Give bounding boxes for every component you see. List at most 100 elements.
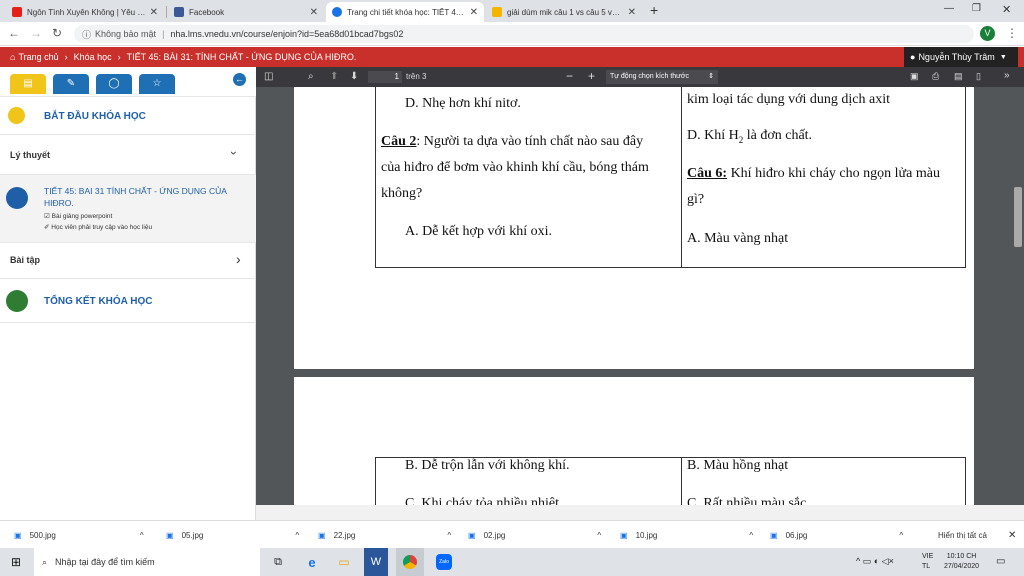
open-file-icon[interactable]: ▣	[910, 71, 919, 82]
breadcrumb-courses[interactable]: Khóa học	[74, 52, 112, 62]
star-tab-icon[interactable]: ☆	[139, 74, 175, 94]
sidebar-item-theory[interactable]: Lý thuyết ›	[0, 135, 256, 175]
file-explorer-icon[interactable]: ▭	[332, 548, 356, 576]
download-item[interactable]: ▣ 06.jpg ^	[770, 521, 903, 549]
menu-icon[interactable]: ⋮	[1006, 26, 1018, 40]
forward-icon[interactable]: →	[30, 26, 42, 40]
lesson-note: Học viên phải truy cập vào học liệu	[51, 224, 153, 231]
close-icon[interactable]: ✕	[310, 7, 318, 18]
pdf-page-1: D. Nhẹ hơn khí nitơ. Câu 2: Người ta dựa…	[294, 87, 974, 369]
facebook-icon	[174, 7, 184, 17]
youtube-icon	[12, 7, 22, 17]
pdf-viewer[interactable]: D. Nhẹ hơn khí nitơ. Câu 2: Người ta dựa…	[256, 87, 1024, 505]
maximize-icon[interactable]: ❐	[972, 3, 981, 14]
sidebar-item-summary[interactable]: TỔNG KẾT KHÓA HỌC	[0, 279, 256, 323]
file-icon: ▣	[770, 530, 778, 540]
user-name: Nguyễn Thùy Trâm	[918, 52, 995, 62]
download-item[interactable]: ▣ 10.jpg ^	[620, 521, 753, 549]
answer-c: C. Khi cháy tỏa nhiều nhiệt	[405, 496, 559, 505]
search-icon: ⌕	[42, 556, 48, 567]
close-icon[interactable]: ✕	[470, 7, 478, 18]
new-tab-button[interactable]: +	[650, 2, 658, 18]
answer-a: A. Màu vàng nhạt	[687, 231, 789, 246]
chrome-icon[interactable]	[396, 548, 424, 576]
close-icon[interactable]: ✕	[1008, 521, 1016, 549]
language-indicator[interactable]: VIE TL	[922, 552, 933, 572]
tab-4[interactable]: giải dùm mik câu 1 vs câu 5 vs câ... ✕	[486, 2, 642, 22]
sidebar-item-exercises[interactable]: Bài tập ›	[0, 243, 256, 279]
answer-d: D. Khí H2 là đơn chất.	[687, 128, 813, 145]
system-tray[interactable]: ^ ▭ ◐ ◁×	[856, 556, 894, 567]
tab-title: Facebook	[189, 7, 225, 17]
zoom-out-icon[interactable]: −	[566, 69, 573, 83]
pdf-toolbar: ◫ ⌕ ⬆ ⬇ 1 trên 3 − + Tự động chọn kích t…	[256, 67, 1024, 87]
security-label: Không bảo mật	[95, 29, 157, 39]
user-menu[interactable]: ● Nguyễn Thùy Trâm ▼	[904, 47, 1018, 67]
book-tab-icon[interactable]: ▤	[10, 74, 46, 94]
breadcrumb-lesson[interactable]: TIẾT 45: BÀI 31: TÍNH CHẤT - ỨNG DỤNG CỦ…	[127, 52, 357, 62]
previous-page-icon[interactable]: ⬆	[330, 71, 338, 82]
edge-icon[interactable]: e	[300, 548, 324, 576]
course-sidebar: ▤ ✎ ◯ ☆ ← BẮT ĐẦU KHÓA HỌC Lý thuyết › T…	[0, 67, 256, 520]
page-number-input[interactable]: 1	[368, 71, 402, 83]
status-dot-icon	[8, 107, 25, 124]
window-close-icon[interactable]: ✕	[1002, 3, 1011, 16]
site-header: ⌂ Trang chủ › Khóa học › TIẾT 45: BÀI 31…	[0, 47, 1024, 67]
address-bar[interactable]: ⓘ Không bảo mật | nha.lms.vnedu.vn/cours…	[74, 25, 974, 43]
status-dot-icon	[6, 187, 28, 209]
task-view-icon[interactable]: ⧉	[266, 548, 290, 576]
chevron-up-icon[interactable]: ^	[140, 531, 144, 540]
attachment-tab-icon[interactable]: ✎	[53, 74, 89, 94]
avatar[interactable]: V	[980, 26, 995, 41]
chevron-up-icon[interactable]: ^	[597, 531, 601, 540]
minimize-icon[interactable]: —	[944, 3, 954, 14]
chat-tab-icon[interactable]: ◯	[96, 74, 132, 94]
download-icon[interactable]: ▤	[954, 71, 963, 82]
chevron-up-icon[interactable]: ^	[295, 531, 299, 540]
zoom-in-icon[interactable]: +	[588, 69, 595, 83]
chevron-up-icon[interactable]: ^	[749, 531, 753, 540]
download-item[interactable]: ▣ 05.jpg ^	[166, 521, 299, 549]
horizontal-scrollbar[interactable]	[256, 505, 1024, 520]
collapse-icon[interactable]: ←	[233, 73, 246, 86]
windows-start-icon[interactable]: ⊞	[0, 548, 32, 576]
notifications-icon[interactable]: ▭	[996, 556, 1005, 567]
bookmark-icon[interactable]: ▯	[976, 71, 981, 82]
tab-3[interactable]: Trang chi tiết khóa học: TIẾT 45: ... ✕	[326, 2, 484, 22]
word-icon[interactable]: W	[364, 548, 388, 576]
taskbar-search[interactable]: ⌕ Nhập tại đây để tìm kiếm	[34, 548, 260, 576]
chevron-up-icon[interactable]: ^	[447, 531, 451, 540]
back-icon[interactable]: ←	[8, 26, 20, 40]
user-icon: ●	[910, 52, 916, 62]
answer-text: kim loại tác dụng với dung dịch axit	[687, 92, 890, 107]
chevron-up-icon[interactable]: ^	[899, 531, 903, 540]
download-item[interactable]: ▣ 500.jpg ^	[14, 521, 144, 549]
print-icon[interactable]: ⎙	[932, 71, 939, 82]
close-icon[interactable]: ✕	[628, 7, 636, 18]
show-all-button[interactable]: Hiển thị tất cả	[938, 521, 987, 549]
sidebar-item-start[interactable]: BẮT ĐẦU KHÓA HỌC	[0, 97, 256, 135]
sidebar-item-lesson[interactable]: TIẾT 45: BAI 31 TÍNH CHẤT - ỨNG DỤNG CỦA…	[0, 175, 256, 243]
file-icon: ▣	[318, 530, 326, 540]
zoom-select[interactable]: Tự động chọn kích thước ⇕	[606, 70, 718, 84]
caret-down-icon: ▼	[999, 53, 1007, 61]
breadcrumb-home[interactable]: Trang chủ	[18, 52, 58, 62]
tab-1[interactable]: Ngôn Tình Xuyên Không | Yêu Đi... ✕	[6, 2, 164, 22]
question-6: Câu 6: Khí hiđro khi cháy cho ngọn lửa m…	[687, 166, 940, 207]
download-item[interactable]: ▣ 22.jpg ^	[318, 521, 451, 549]
scrollbar-thumb[interactable]	[1014, 187, 1022, 247]
tab-title: Ngôn Tình Xuyên Không | Yêu Đi...	[27, 7, 146, 17]
download-item[interactable]: ▣ 02.jpg ^	[468, 521, 601, 549]
answer-b: B. Dễ trộn lẫn với không khí.	[405, 458, 570, 473]
tools-icon[interactable]: »	[1004, 70, 1010, 81]
clock[interactable]: 10:10 CH 27/04/2020	[944, 552, 979, 572]
zalo-icon[interactable]: Zalo	[432, 548, 456, 576]
next-page-icon[interactable]: ⬇	[350, 71, 358, 82]
downloads-bar: ▣ 500.jpg ^ ▣ 05.jpg ^ ▣ 22.jpg ^ ▣ 02.jpg ^ ▣ 10…	[0, 520, 1024, 548]
close-icon[interactable]: ✕	[150, 7, 158, 18]
search-icon[interactable]: ⌕	[308, 71, 314, 82]
tab-2[interactable]: Facebook ✕	[168, 2, 324, 22]
lesson-resource[interactable]: Bài giảng powerpoint	[52, 213, 113, 220]
reload-icon[interactable]: ↻	[52, 26, 62, 40]
sidebar-toggle-icon[interactable]: ◫	[264, 71, 273, 82]
